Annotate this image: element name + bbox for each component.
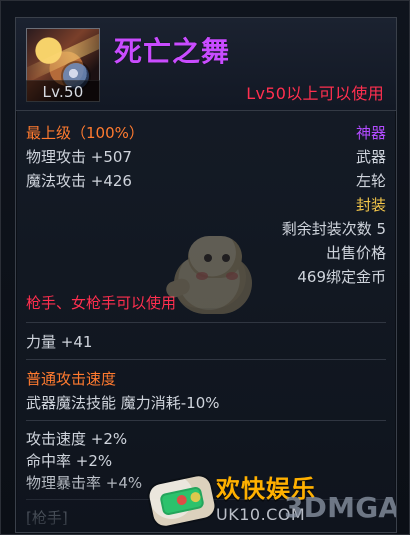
item-type: 武器: [355, 147, 386, 166]
strength-row: 力量 +41: [26, 329, 386, 353]
rarity-text: 最上级（100%）: [26, 123, 144, 142]
stat-row-3: 封装: [26, 192, 386, 216]
special-desc-row: 武器魔法技能 魔力消耗-10%: [26, 390, 386, 414]
remaining-seals: 剩余封装次数 5: [281, 219, 386, 238]
divider: [26, 322, 386, 323]
stat-row-4: 剩余封装次数 5: [26, 216, 386, 240]
stat-row-2: 魔法攻击 +426 左轮: [26, 168, 386, 192]
extra-stat-row-0: 攻击速度 +2%: [26, 427, 386, 449]
stat-row-6: 469绑定金币: [26, 264, 386, 288]
divider: [26, 420, 386, 421]
seal-status: 封装: [355, 195, 386, 214]
extra-stat-row-1: 命中率 +2%: [26, 449, 386, 471]
watermark-brand: 3DMGAME: [284, 491, 397, 524]
item-level-badge: Lv.50: [26, 80, 100, 102]
tooltip-content: 最上级（100%） 神器 物理攻击 +507 武器 魔法攻击 +426 左轮 封…: [16, 110, 396, 532]
item-tooltip: Lv.50 死亡之舞 Lv50以上可以使用 最上级（100%） 神器 物理攻击 …: [15, 17, 397, 533]
item-title: 死亡之舞: [114, 35, 231, 68]
strength: 力量 +41: [26, 332, 93, 351]
special-desc: 武器魔法技能 魔力消耗-10%: [26, 393, 220, 412]
sell-price-label: 出售价格: [325, 243, 386, 262]
stat-row-1: 物理攻击 +507 武器: [26, 144, 386, 168]
tooltip-header: Lv.50 死亡之舞 Lv50以上可以使用: [16, 18, 396, 111]
class-restriction-row: 枪手、女枪手可以使用: [26, 288, 386, 316]
level-requirement: Lv50以上可以使用: [246, 84, 384, 103]
class-tag: [枪手]: [26, 508, 68, 527]
hit-rate: 命中率 +2%: [26, 451, 113, 470]
attack-speed: 攻击速度 +2%: [26, 429, 128, 448]
stat-row-5: 出售价格: [26, 240, 386, 264]
stat-row-0: 最上级（100%） 神器: [26, 120, 386, 144]
class-restriction: 枪手、女枪手可以使用: [26, 293, 177, 312]
sell-price-value: 469绑定金币: [297, 267, 386, 286]
weapon-subtype: 左轮: [355, 171, 386, 190]
divider: [26, 359, 386, 360]
special-title-row: 普通攻击速度: [26, 366, 386, 390]
special-title: 普通攻击速度: [26, 369, 117, 388]
screen: Lv.50 死亡之舞 Lv50以上可以使用 最上级（100%） 神器 物理攻击 …: [0, 0, 410, 535]
physical-crit: 物理暴击率 +4%: [26, 473, 143, 492]
rarity-tier-text: 神器: [355, 123, 386, 142]
magic-attack: 魔法攻击 +426: [26, 171, 132, 190]
physical-attack: 物理攻击 +507: [26, 147, 132, 166]
